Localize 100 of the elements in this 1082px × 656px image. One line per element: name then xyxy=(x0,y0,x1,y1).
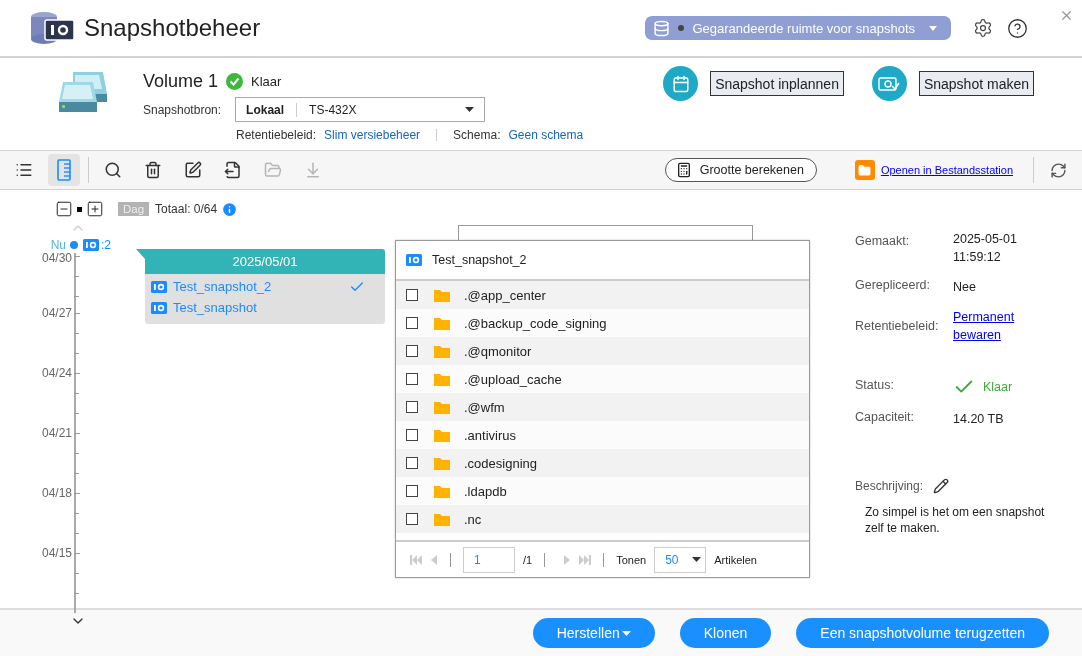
schedule-label: Schema: xyxy=(453,128,501,142)
list-icon xyxy=(15,161,33,179)
file-row[interactable]: .antivirus xyxy=(396,421,809,449)
card-pointer-icon xyxy=(136,249,145,259)
app-logo xyxy=(30,11,76,45)
edit-icon xyxy=(184,161,202,179)
folder-icon xyxy=(434,344,450,358)
browser-title: Test_snapshot_2 xyxy=(432,253,527,267)
checkbox[interactable] xyxy=(406,513,418,525)
now-label: Nu xyxy=(49,237,67,252)
detail-label: Gerepliceerd: xyxy=(855,278,932,292)
file-row[interactable]: .codesigning xyxy=(396,449,809,477)
settings-icon[interactable] xyxy=(973,18,993,38)
snapshot-icon xyxy=(406,254,422,266)
caret-icon xyxy=(465,107,475,112)
file-name: .@qmonitor xyxy=(464,343,532,359)
detail-label: Gemaakt: xyxy=(855,233,911,248)
open-file-station-link[interactable]: Openen in Bestandsstation xyxy=(880,164,1013,176)
show-label: Tonen xyxy=(616,553,647,566)
caret-icon xyxy=(621,630,631,636)
now-dot-icon xyxy=(70,240,78,249)
detail-value: Klaar xyxy=(983,380,1013,394)
search-icon xyxy=(104,161,122,179)
info-icon[interactable] xyxy=(221,200,239,218)
file-row[interactable]: .@wfm xyxy=(396,393,809,421)
folder-icon xyxy=(434,288,450,302)
per-page-select[interactable]: 50 xyxy=(654,546,707,573)
calculator-icon xyxy=(675,162,692,178)
camera-check-icon xyxy=(878,75,901,92)
detail-label: Capaciteit: xyxy=(855,410,916,424)
caret-icon xyxy=(929,25,937,31)
date-label: 04/21 xyxy=(41,426,72,440)
retention-label: Retentiebeleid: xyxy=(236,128,317,142)
snapshot-icon xyxy=(151,301,167,314)
scale-label: Dag xyxy=(118,202,150,216)
date-label: 04/15 xyxy=(41,546,72,560)
checkbox[interactable] xyxy=(406,429,418,441)
zoom-in-icon[interactable] xyxy=(86,200,104,218)
folder-icon xyxy=(264,161,282,179)
file-row[interactable]: .@backup_code_signing xyxy=(396,309,809,337)
items-label: Artikelen xyxy=(714,553,757,566)
checkbox[interactable] xyxy=(406,401,418,413)
folder-icon xyxy=(434,316,450,330)
folder-icon xyxy=(434,484,450,498)
file-name: .@wfm xyxy=(464,399,505,415)
schedule-value: Geen schema xyxy=(508,128,584,142)
file-name: .codesigning xyxy=(464,455,537,471)
snapshot-count: :2 xyxy=(101,237,111,252)
export-icon xyxy=(224,161,242,179)
action-icon-circle[interactable] xyxy=(871,66,907,101)
file-row[interactable]: .ldapdb xyxy=(396,477,809,505)
action-icon-circle[interactable] xyxy=(663,66,699,101)
date-label: 04/30 xyxy=(41,251,72,265)
close-icon[interactable] xyxy=(1059,8,1074,23)
file-row[interactable]: .@app_center xyxy=(396,281,809,309)
action-button[interactable]: Snapshot maken xyxy=(918,71,1034,96)
help-icon[interactable] xyxy=(1007,17,1028,39)
folder-icon xyxy=(434,372,450,386)
detail-value: 2025-05-01 11:59:12 xyxy=(953,231,1018,266)
refresh-icon xyxy=(1049,161,1067,179)
file-row[interactable]: .nc xyxy=(396,505,809,533)
detail-link[interactable]: Permanent bewaren xyxy=(953,308,1033,344)
checkbox[interactable] xyxy=(406,317,418,329)
checkbox[interactable] xyxy=(406,485,418,497)
calculate-size-button[interactable]: Grootte berekenen xyxy=(664,158,817,182)
calendar-icon xyxy=(671,74,690,93)
file-row[interactable]: .@upload_cache xyxy=(396,365,809,393)
file-name: .nc xyxy=(464,511,482,527)
checkbox[interactable] xyxy=(406,373,418,385)
date-label: 04/18 xyxy=(41,486,72,500)
checkbox[interactable] xyxy=(406,457,418,469)
folder-icon xyxy=(434,512,450,526)
snapshot-icon xyxy=(83,238,99,251)
detail-label: Retentiebeleid: xyxy=(855,319,940,333)
source-label: Snapshotbron: xyxy=(143,102,222,117)
status-dot-icon xyxy=(678,25,685,31)
file-name: .@upload_cache xyxy=(464,371,562,387)
source-select[interactable]: Lokaal TS-432X xyxy=(235,97,486,122)
volume-name: Volume 1 xyxy=(143,70,219,92)
app-title: Snapshotbeheer xyxy=(84,14,262,42)
zoom-out-icon[interactable] xyxy=(55,200,73,218)
page-total: /1 xyxy=(523,553,533,566)
detail-value: Nee xyxy=(953,279,977,296)
action-button[interactable]: Snapshot inplannen xyxy=(710,71,844,96)
file-name: .antivirus xyxy=(464,427,517,443)
detail-label: Status: xyxy=(855,378,895,392)
snapshot-icon xyxy=(151,280,167,293)
trash-icon xyxy=(144,161,162,179)
checkbox[interactable] xyxy=(406,289,418,301)
file-name: .@backup_code_signing xyxy=(464,315,607,331)
folder-icon xyxy=(434,456,450,470)
total-count: Totaal: 0/64 xyxy=(155,202,218,216)
file-name: .ldapdb xyxy=(464,483,507,499)
volume-status: Klaar xyxy=(251,73,282,89)
edit-icon[interactable] xyxy=(933,478,950,494)
detail-value: 14.20 TB xyxy=(953,411,1005,428)
file-row[interactable]: .@qmonitor xyxy=(396,337,809,365)
checkbox[interactable] xyxy=(406,345,418,357)
file-name: .@app_center xyxy=(464,287,546,303)
check-circle-icon xyxy=(226,72,244,90)
